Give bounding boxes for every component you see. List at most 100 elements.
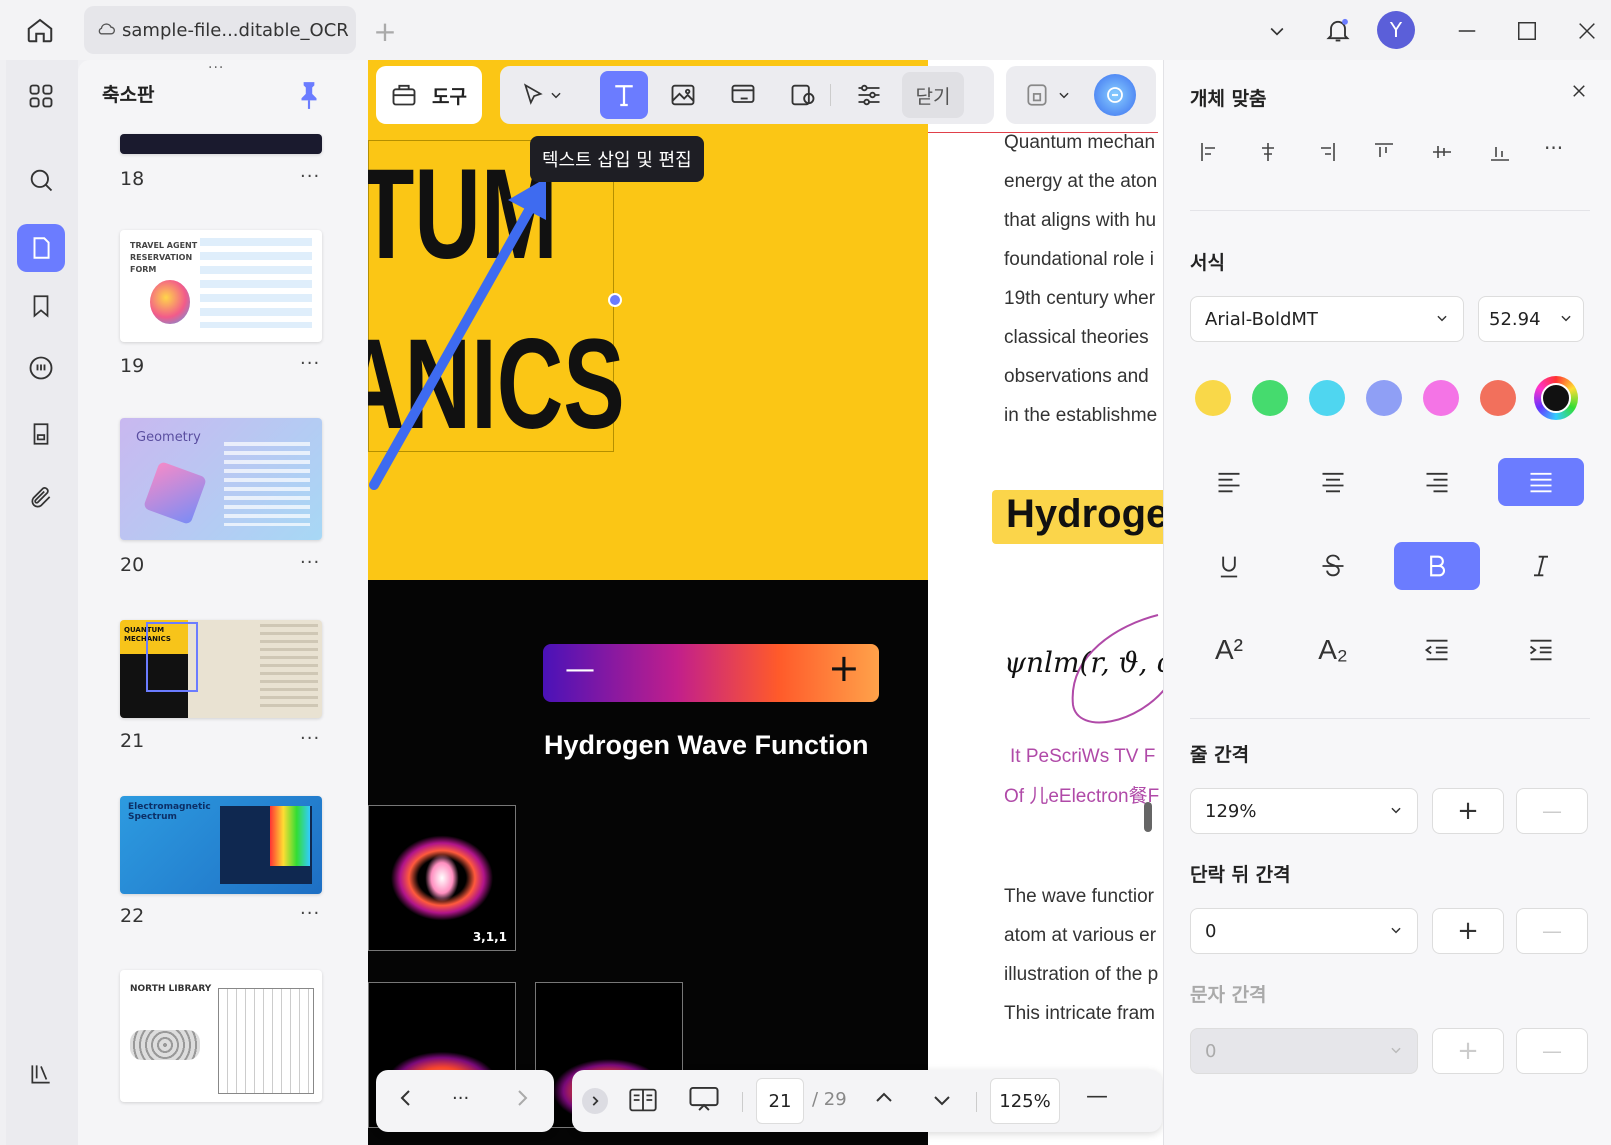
new-tab-plus-icon[interactable]: + <box>368 14 402 48</box>
bookmark-icon[interactable] <box>17 282 65 330</box>
character-spacing-decrease-button[interactable]: — <box>1516 1028 1588 1074</box>
close-edit-button[interactable]: 닫기 <box>902 72 964 118</box>
zoom-out-button[interactable]: — <box>1086 1084 1108 1109</box>
text-justify-icon[interactable] <box>1498 458 1584 506</box>
pin-icon[interactable] <box>296 80 322 114</box>
thumbnail-page-23[interactable]: NORTH LIBRARY <box>120 970 322 1102</box>
font-family-select[interactable]: Arial-BoldMT <box>1190 296 1464 342</box>
strikethrough-icon[interactable] <box>1290 542 1376 590</box>
insert-link-icon[interactable] <box>722 74 764 116</box>
chevron-down-icon[interactable] <box>1260 14 1294 48</box>
section-heading[interactable]: Hydroge <box>1006 492 1163 537</box>
text-align-right-icon[interactable] <box>1394 458 1480 506</box>
ocr-text-line[interactable]: It PeScriWs TV F <box>1010 746 1155 768</box>
section-heading[interactable]: Hydrogen Wave Function <box>544 730 869 761</box>
thumbnail-more-button[interactable]: ··· <box>300 728 320 749</box>
superscript-button[interactable]: A² <box>1186 626 1272 674</box>
maximize-icon[interactable] <box>1510 14 1544 48</box>
vertical-scrollbar-thumb[interactable] <box>1144 802 1152 832</box>
font-size-select[interactable]: 52.94 <box>1478 296 1584 342</box>
bold-icon[interactable] <box>1394 542 1480 590</box>
body-text-line[interactable]: foundational role i <box>1004 249 1154 271</box>
more-options-button[interactable]: ··· <box>452 1088 469 1109</box>
search-icon[interactable] <box>17 156 65 204</box>
thumbnail-page-18[interactable] <box>120 134 322 154</box>
align-left-icon[interactable] <box>1198 140 1222 168</box>
home-icon[interactable] <box>20 10 60 50</box>
insert-location-icon[interactable] <box>782 74 824 116</box>
thumbnail-more-button[interactable]: ··· <box>300 552 320 573</box>
character-spacing-select[interactable]: 0 <box>1190 1028 1418 1074</box>
zoom-level-input[interactable]: 125% <box>990 1078 1060 1124</box>
insert-image-icon[interactable] <box>662 74 704 116</box>
decrease-indent-icon[interactable] <box>1394 626 1480 674</box>
color-swatch-coral[interactable] <box>1480 380 1516 416</box>
annotation-arrow[interactable] <box>368 160 568 500</box>
text-align-left-icon[interactable] <box>1186 458 1272 506</box>
two-page-view-icon[interactable] <box>628 1086 658 1118</box>
line-spacing-increase-button[interactable]: + <box>1432 788 1504 834</box>
page-form-icon[interactable] <box>17 410 65 458</box>
align-right-icon[interactable] <box>1314 140 1338 168</box>
body-text-line[interactable]: energy at the aton <box>1004 171 1157 193</box>
thumbnail-more-button[interactable]: ··· <box>300 903 320 924</box>
settings-sliders-icon[interactable] <box>848 74 890 116</box>
resize-handle[interactable] <box>608 293 622 307</box>
color-picker-selected-black[interactable] <box>1534 376 1578 420</box>
minimize-icon[interactable] <box>1450 14 1484 48</box>
align-top-icon[interactable] <box>1372 140 1396 168</box>
thumbnail-more-button[interactable]: ··· <box>300 166 320 187</box>
align-bottom-icon[interactable] <box>1488 140 1512 168</box>
thumbnail-more-button[interactable]: ··· <box>300 353 320 374</box>
close-window-icon[interactable] <box>1570 14 1604 48</box>
ocr-text-line[interactable]: Of 儿eElectron餐F <box>1004 781 1159 808</box>
align-center-horizontal-icon[interactable] <box>1256 140 1280 168</box>
body-text-line[interactable]: The wave functior <box>1004 886 1154 908</box>
formula-text[interactable]: ψnlm(r, ϑ, φ <box>1004 646 1163 679</box>
thumbnails-page-icon[interactable] <box>17 224 65 272</box>
line-spacing-decrease-button[interactable]: — <box>1516 788 1588 834</box>
underline-icon[interactable] <box>1186 542 1272 590</box>
chevron-up-icon[interactable] <box>872 1086 896 1114</box>
body-text-line[interactable]: atom at various er <box>1004 925 1156 947</box>
line-spacing-select[interactable]: 129% <box>1190 788 1418 834</box>
apps-grid-icon[interactable] <box>17 72 65 120</box>
color-swatch-periwinkle[interactable] <box>1366 380 1402 416</box>
body-text-line[interactable]: classical theories <box>1004 327 1149 349</box>
increase-indent-icon[interactable] <box>1498 626 1584 674</box>
body-text-line[interactable]: observations and <box>1004 366 1149 388</box>
close-panel-icon[interactable] <box>1570 82 1588 104</box>
body-text-line[interactable]: This intricate fram <box>1004 1003 1155 1025</box>
save-icon[interactable] <box>1016 74 1058 116</box>
presentation-icon[interactable] <box>688 1084 720 1118</box>
color-swatch-green[interactable] <box>1252 380 1288 416</box>
user-avatar[interactable]: Y <box>1377 11 1415 49</box>
paragraph-spacing-decrease-button[interactable]: — <box>1516 908 1588 954</box>
insert-text-tool-icon[interactable] <box>600 71 648 119</box>
thumbnail-page-22[interactable]: Electromagnetic Spectrum <box>120 796 322 894</box>
body-text-line[interactable]: in the establishme <box>1004 405 1157 427</box>
panel-drag-handle[interactable]: ··· <box>208 60 224 76</box>
comment-icon[interactable] <box>17 344 65 392</box>
body-text-line[interactable]: illustration of the p <box>1004 964 1158 986</box>
thumbnail-page-21[interactable]: QUANTUM MECHANICS <box>120 620 322 718</box>
thumbnail-page-20[interactable]: Geometry <box>120 418 322 540</box>
more-align-options-button[interactable]: ··· <box>1544 136 1563 160</box>
align-middle-vertical-icon[interactable] <box>1430 140 1454 168</box>
body-text-line[interactable]: 19th century wher <box>1004 288 1155 310</box>
text-align-center-icon[interactable] <box>1290 458 1376 506</box>
paragraph-spacing-increase-button[interactable]: + <box>1432 908 1504 954</box>
thumbnail-page-19[interactable]: TRAVEL AGENT RESERVATION FORM <box>120 230 322 342</box>
body-text-line[interactable]: that aligns with hu <box>1004 210 1156 232</box>
tools-button[interactable]: 도구 <box>376 66 482 124</box>
chevron-down-icon[interactable] <box>1054 74 1074 116</box>
color-swatch-yellow[interactable] <box>1195 380 1231 416</box>
color-swatch-cyan[interactable] <box>1309 380 1345 416</box>
chevron-left-icon[interactable] <box>394 1086 418 1114</box>
page-number-input[interactable]: 21 <box>756 1078 804 1124</box>
character-spacing-increase-button[interactable]: + <box>1432 1028 1504 1074</box>
color-swatch-pink[interactable] <box>1423 380 1459 416</box>
italic-icon[interactable] <box>1498 542 1584 590</box>
chevron-right-icon[interactable] <box>510 1086 534 1114</box>
chevron-down-icon[interactable] <box>546 74 566 116</box>
